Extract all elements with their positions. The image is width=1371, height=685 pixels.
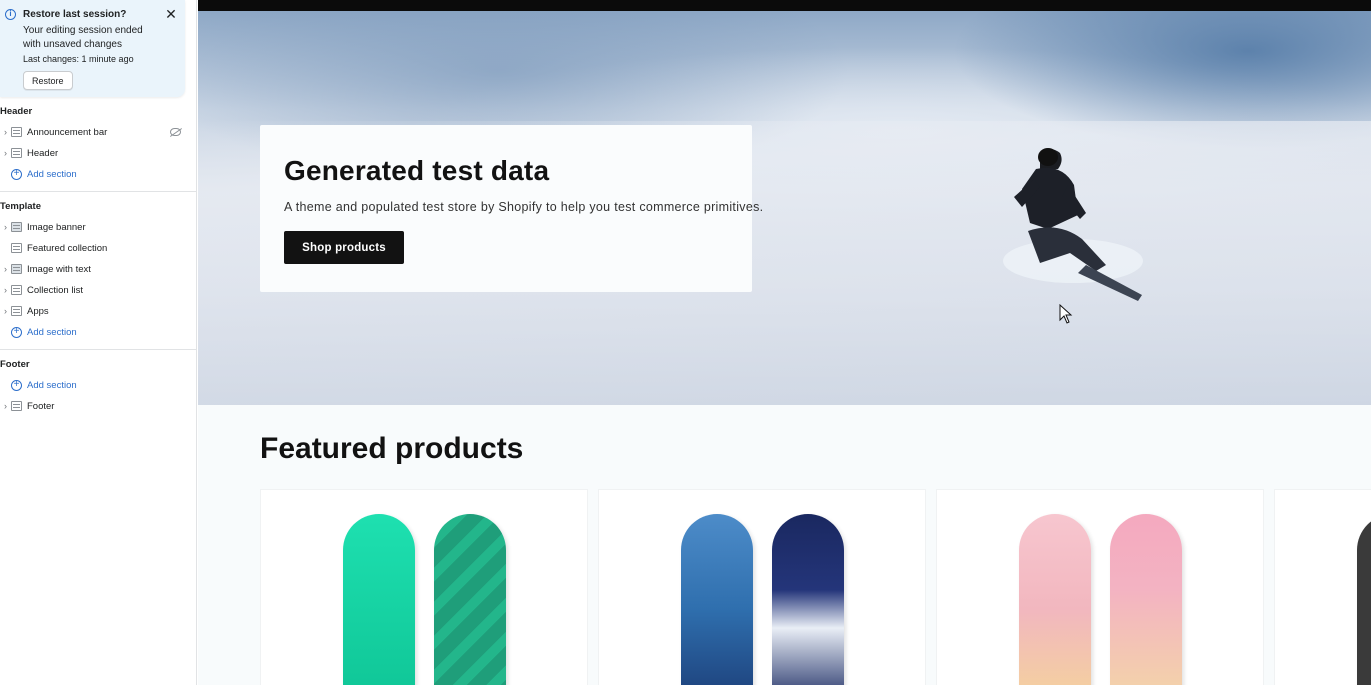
section-image-with-text[interactable]: › Image with text xyxy=(0,261,190,277)
mouse-cursor-icon xyxy=(1059,304,1073,324)
shop-products-button[interactable]: Shop products xyxy=(284,231,404,264)
add-section-footer[interactable]: + Add section xyxy=(11,377,77,393)
section-icon xyxy=(11,243,22,253)
product-image xyxy=(1110,514,1182,685)
banner-title: Restore last session? xyxy=(23,9,127,20)
banner-last-changes: Last changes: 1 minute ago xyxy=(23,54,134,64)
image-section-icon xyxy=(11,264,22,274)
featured-products-title: Featured products xyxy=(260,432,524,465)
product-image xyxy=(681,514,753,685)
product-card[interactable] xyxy=(1274,489,1371,685)
section-label: Featured collection xyxy=(27,242,108,254)
hero-card: Generated test data A theme and populate… xyxy=(260,125,763,292)
section-icon xyxy=(11,285,22,295)
section-announcement-bar[interactable]: › Announcement bar xyxy=(0,124,190,140)
product-image xyxy=(343,514,415,685)
product-card[interactable] xyxy=(936,489,1264,685)
restore-button[interactable]: Restore xyxy=(23,71,73,90)
info-icon: i xyxy=(5,9,16,20)
image-banner[interactable]: Generated test data A theme and populate… xyxy=(198,11,1371,405)
divider xyxy=(0,349,196,350)
storefront-preview: Generated test data A theme and populate… xyxy=(198,0,1371,685)
section-collection-list[interactable]: › Collection list xyxy=(0,282,190,298)
chevron-right-icon[interactable]: › xyxy=(0,261,11,277)
section-label: Header xyxy=(27,147,59,159)
snowboarder-image xyxy=(1003,148,1143,301)
eye-hidden-icon[interactable] xyxy=(170,128,181,136)
section-label: Image banner xyxy=(27,221,86,233)
product-image xyxy=(1019,514,1091,685)
chevron-right-icon[interactable]: › xyxy=(0,398,11,414)
section-header[interactable]: › Header xyxy=(0,145,190,161)
section-icon xyxy=(11,401,22,411)
add-section-label: Add section xyxy=(27,326,77,338)
section-icon xyxy=(11,148,22,158)
product-card[interactable] xyxy=(598,489,926,685)
section-label: Image with text xyxy=(27,263,91,275)
section-featured-collection[interactable]: › Featured collection xyxy=(0,240,190,256)
section-icon xyxy=(11,306,22,316)
editor-sidebar: i Restore last session? Your editing ses… xyxy=(0,0,197,685)
hero-title: Generated test data xyxy=(284,155,550,186)
product-card[interactable] xyxy=(260,489,588,685)
product-image xyxy=(434,514,506,685)
divider xyxy=(0,191,196,192)
section-footer[interactable]: › Footer xyxy=(0,398,190,414)
product-image xyxy=(772,514,844,685)
section-label: Apps xyxy=(27,305,49,317)
plus-circle-icon: + xyxy=(11,379,22,391)
add-section-label: Add section xyxy=(27,168,77,180)
banner-message: Your editing session ended with unsaved … xyxy=(23,25,143,50)
add-section-template[interactable]: + Add section xyxy=(11,324,77,340)
product-image xyxy=(1357,514,1371,685)
close-icon[interactable]: ✕ xyxy=(164,7,178,21)
plus-circle-icon: + xyxy=(11,326,22,338)
chevron-right-icon[interactable]: › xyxy=(0,124,11,140)
group-title-header: Header xyxy=(0,106,33,117)
chevron-right-icon[interactable]: › xyxy=(0,303,11,319)
section-icon xyxy=(11,127,22,137)
hero-subtitle: A theme and populated test store by Shop… xyxy=(284,200,764,214)
section-label: Announcement bar xyxy=(27,126,108,138)
group-title-footer: Footer xyxy=(0,359,30,370)
section-apps[interactable]: › Apps xyxy=(0,303,190,319)
announcement-bar-strip xyxy=(198,0,1371,11)
chevron-right-icon[interactable]: › xyxy=(0,219,11,235)
section-image-banner[interactable]: › Image banner xyxy=(0,219,190,235)
section-label: Collection list xyxy=(27,284,83,296)
add-section-label: Add section xyxy=(27,379,77,391)
chevron-right-icon[interactable]: › xyxy=(0,282,11,298)
add-section-header[interactable]: + Add section xyxy=(11,166,77,182)
section-label: Footer xyxy=(27,400,55,412)
image-section-icon xyxy=(11,222,22,232)
restore-session-banner: i Restore last session? Your editing ses… xyxy=(0,0,185,97)
plus-circle-icon: + xyxy=(11,168,22,180)
chevron-right-icon[interactable]: › xyxy=(0,145,11,161)
group-title-template: Template xyxy=(0,201,42,212)
